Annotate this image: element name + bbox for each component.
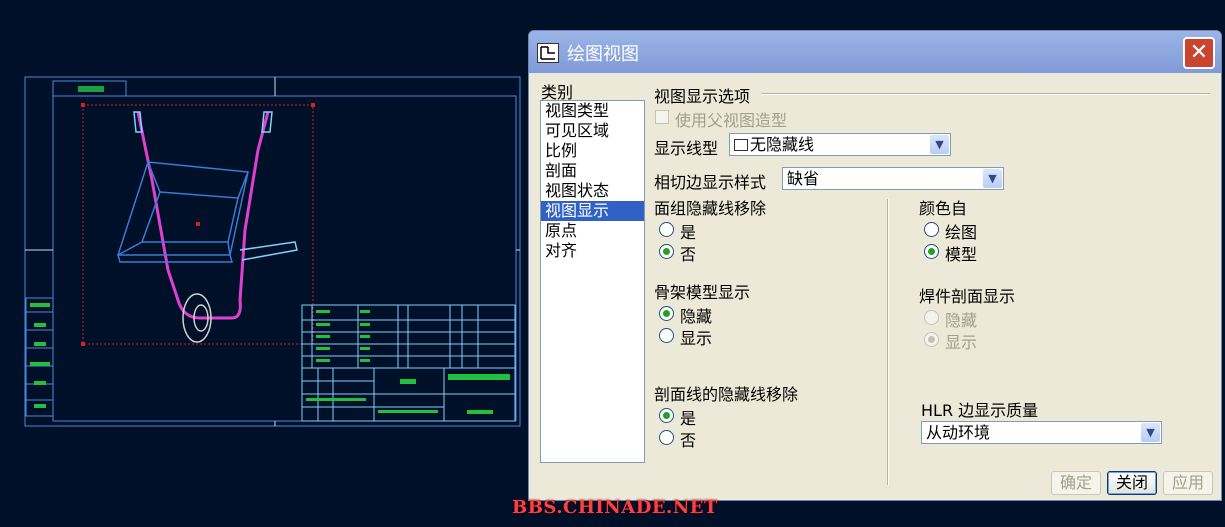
- category-item-visible-area[interactable]: 可见区域: [541, 121, 644, 141]
- weld-show-radio[interactable]: [924, 332, 939, 347]
- color-from-drawing-label: 绘图: [945, 223, 978, 242]
- xsec-hlr-yes-radio[interactable]: [659, 408, 674, 423]
- xsec-hlr-label: 剖面线的隐藏线移除: [654, 385, 799, 404]
- weld-section-label: 焊件剖面显示: [919, 287, 1016, 306]
- hlr-quality-select[interactable]: 从动环境 ▼: [921, 421, 1162, 444]
- use-parent-label: 使用父视图造型: [675, 111, 788, 130]
- display-style-label: 显示线型: [654, 139, 719, 158]
- category-item-view-type[interactable]: 视图类型: [541, 101, 644, 121]
- category-item-alignment[interactable]: 对齐: [541, 241, 644, 261]
- group-divider: [761, 93, 1210, 95]
- quilt-hlr-no-radio[interactable]: [659, 244, 674, 259]
- color-from-model-radio[interactable]: [924, 244, 939, 259]
- chevron-down-icon[interactable]: ▼: [983, 169, 1002, 188]
- hlr-quality-value: 从动环境: [926, 423, 991, 442]
- display-style-value: 无隐藏线: [750, 135, 815, 154]
- tangent-edge-label: 相切边显示样式: [654, 173, 767, 192]
- tangent-edge-value: 缺省: [787, 169, 820, 188]
- quilt-hlr-no-label: 否: [680, 245, 697, 264]
- dialog-titlebar[interactable]: 绘图视图 ✕: [529, 31, 1221, 73]
- weld-hide-radio[interactable]: [924, 310, 939, 325]
- ok-button[interactable]: 确定: [1051, 471, 1101, 495]
- color-from-drawing-radio[interactable]: [924, 222, 939, 237]
- category-item-view-display[interactable]: 视图显示: [541, 201, 644, 221]
- close-icon[interactable]: ✕: [1183, 37, 1215, 69]
- skeleton-hide-radio[interactable]: [659, 306, 674, 321]
- dialog-icon: [537, 43, 559, 63]
- category-item-scale[interactable]: 比例: [541, 141, 644, 161]
- color-from-model-label: 模型: [945, 245, 978, 264]
- skeleton-hide-label: 隐藏: [680, 307, 713, 326]
- skeleton-show-radio[interactable]: [659, 328, 674, 343]
- xsec-hlr-no-label: 否: [680, 431, 697, 450]
- view-display-options-title: 视图显示选项: [654, 87, 751, 106]
- xsec-hlr-no-radio[interactable]: [659, 430, 674, 445]
- quilt-hlr-yes-radio[interactable]: [659, 222, 674, 237]
- quilt-hlr-yes-label: 是: [680, 223, 697, 242]
- skeleton-display-label: 骨架模型显示: [654, 283, 751, 302]
- skeleton-show-label: 显示: [680, 329, 713, 348]
- category-item-origin[interactable]: 原点: [541, 221, 644, 241]
- color-from-label: 颜色自: [919, 199, 968, 218]
- chevron-down-icon[interactable]: ▼: [930, 135, 949, 154]
- close-button[interactable]: 关闭: [1107, 471, 1157, 495]
- use-parent-checkbox[interactable]: [655, 110, 669, 124]
- xsec-hlr-yes-label: 是: [680, 409, 697, 428]
- hlr-quality-label: HLR 边显示质量: [921, 401, 1039, 420]
- tangent-edge-select[interactable]: 缺省 ▼: [782, 167, 1004, 190]
- cad-drawing-canvas[interactable]: [0, 0, 528, 527]
- dialog-title: 绘图视图: [567, 44, 639, 65]
- weld-show-label: 显示: [945, 333, 978, 352]
- watermark: BBS.CHINADE.NET: [512, 497, 718, 518]
- column-divider: [887, 199, 889, 485]
- category-item-view-state[interactable]: 视图状态: [541, 181, 644, 201]
- chevron-down-icon[interactable]: ▼: [1141, 423, 1160, 442]
- category-item-section[interactable]: 剖面: [541, 161, 644, 181]
- drawing-view-dialog: 绘图视图 ✕ 类别 视图类型 可见区域 比例 剖面 视图状态 视图显示 原点 对…: [528, 30, 1222, 501]
- category-list[interactable]: 视图类型 可见区域 比例 剖面 视图状态 视图显示 原点 对齐: [540, 100, 645, 463]
- display-style-select[interactable]: 无隐藏线 ▼: [729, 133, 951, 156]
- apply-button[interactable]: 应用: [1163, 471, 1213, 495]
- weld-hide-label: 隐藏: [945, 311, 978, 330]
- quilt-hlr-label: 面组隐藏线移除: [654, 199, 767, 218]
- display-style-icon: [734, 139, 748, 151]
